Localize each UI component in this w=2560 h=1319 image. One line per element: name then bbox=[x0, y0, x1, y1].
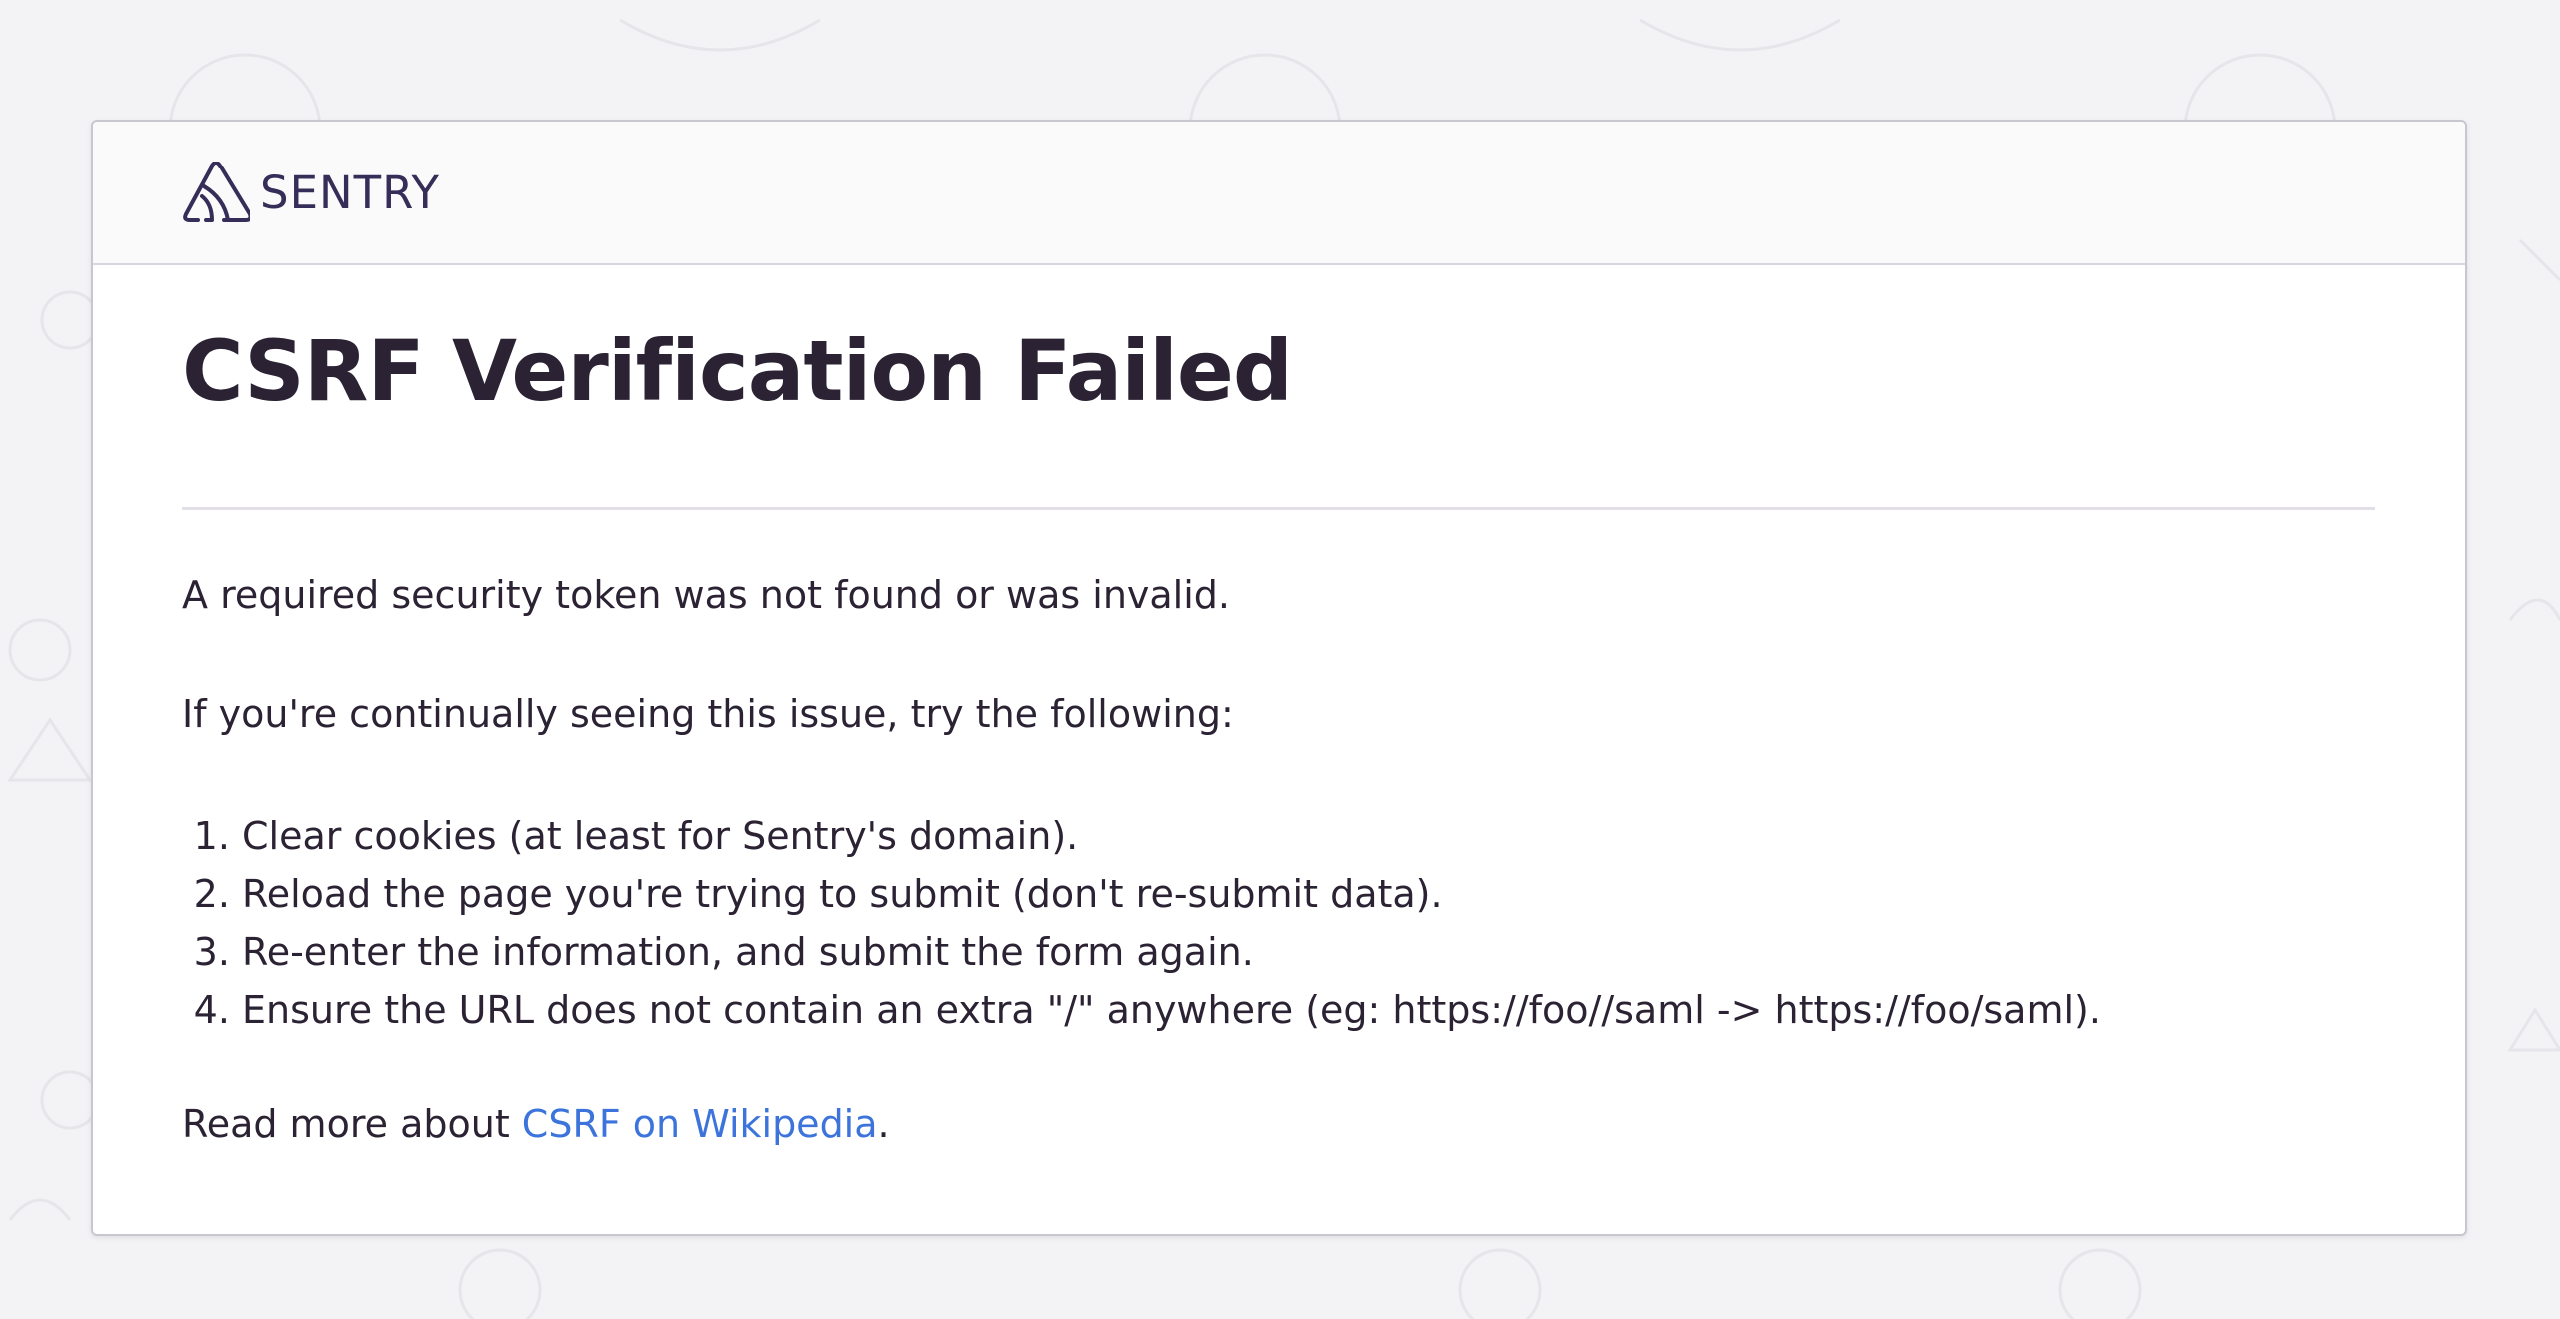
intro-text: A required security token was not found … bbox=[182, 573, 1230, 618]
lead-text: If you're continually seeing this issue,… bbox=[182, 691, 1234, 736]
list-item: Reload the page you're trying to submit … bbox=[242, 865, 2375, 923]
error-card: SENTRY CSRF Verification Failed A requir… bbox=[91, 120, 2467, 1236]
page-title: CSRF Verification Failed bbox=[182, 322, 1293, 420]
divider bbox=[182, 507, 2375, 511]
card-body: CSRF Verification Failed A required secu… bbox=[93, 265, 2465, 1150]
list-item: Ensure the URL does not contain an extra… bbox=[242, 981, 2375, 1039]
read-more: Read more about CSRF on Wikipedia. bbox=[182, 1099, 2375, 1150]
brand-name: SENTRY bbox=[260, 166, 441, 219]
steps-list: Clear cookies (at least for Sentry's dom… bbox=[182, 807, 2375, 1039]
read-more-prefix: Read more about bbox=[182, 1101, 522, 1146]
list-item: Re-enter the information, and submit the… bbox=[242, 923, 2375, 981]
sentry-logo-icon bbox=[182, 161, 250, 224]
read-more-suffix: . bbox=[877, 1101, 890, 1146]
list-item: Clear cookies (at least for Sentry's dom… bbox=[242, 807, 2375, 865]
sentry-logo[interactable]: SENTRY bbox=[182, 161, 441, 224]
card-header: SENTRY bbox=[93, 122, 2465, 265]
wikipedia-link[interactable]: CSRF on Wikipedia bbox=[522, 1102, 878, 1146]
